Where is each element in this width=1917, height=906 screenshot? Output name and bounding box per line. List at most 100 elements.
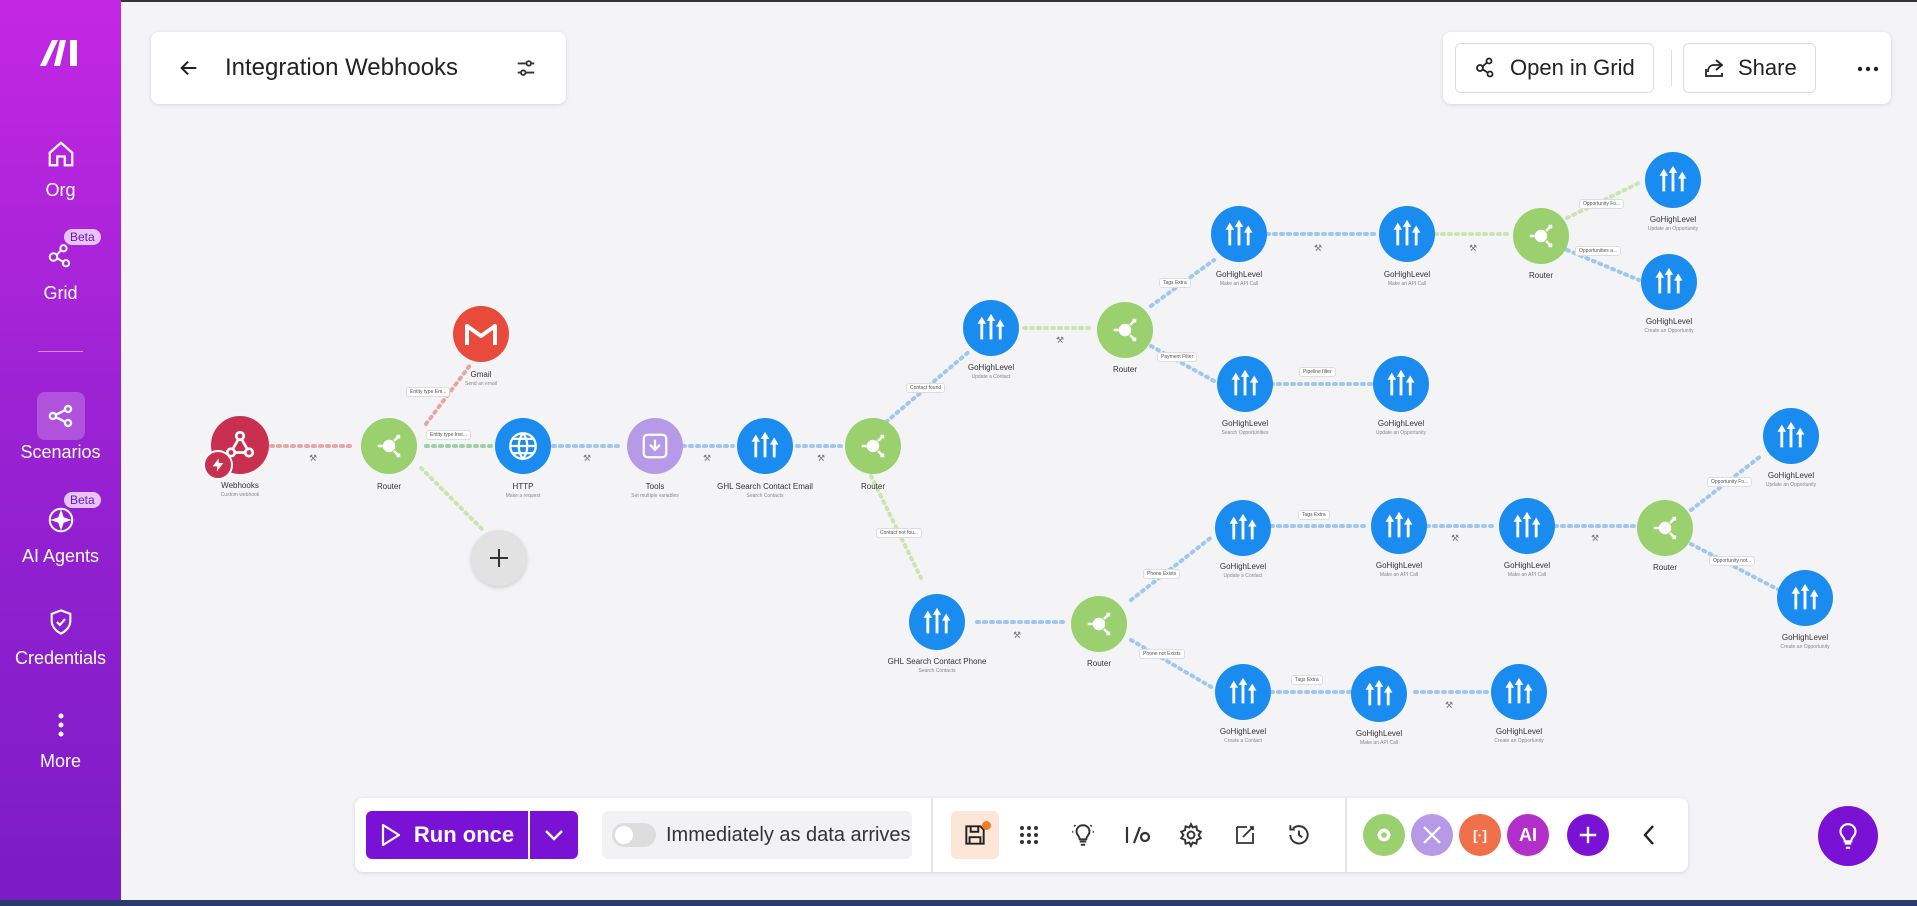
- ghl-module[interactable]: [1499, 498, 1555, 554]
- tools-module[interactable]: [627, 418, 683, 474]
- arrange-button[interactable]: [1005, 811, 1053, 859]
- wrench-icon[interactable]: ⚒: [1056, 335, 1064, 346]
- history-button[interactable]: [1275, 811, 1323, 859]
- share-icon: [1705, 59, 1724, 77]
- schedule-toggle[interactable]: [612, 823, 656, 847]
- wrench-icon[interactable]: ⚒: [1469, 243, 1477, 254]
- ghl-module[interactable]: [1645, 152, 1701, 208]
- notes-button[interactable]: [1221, 811, 1269, 859]
- ghl-module[interactable]: [1641, 254, 1697, 310]
- ghl-module[interactable]: [963, 300, 1019, 356]
- add-button[interactable]: [1567, 814, 1609, 856]
- sidebar-item-label: Scenarios: [20, 442, 101, 462]
- sidebar-item-grid[interactable]: Beta Grid: [0, 229, 121, 304]
- ghl-module[interactable]: [1215, 664, 1271, 720]
- module-label: GoHighLevel: [1355, 729, 1403, 738]
- ghl-module[interactable]: [1217, 356, 1273, 412]
- settings-button[interactable]: [1167, 811, 1215, 859]
- gohighlevel-icon: [923, 607, 951, 634]
- tools-button[interactable]: [1411, 814, 1453, 856]
- route-filter-label[interactable]: Phone Exists: [1143, 569, 1181, 579]
- ghl-module[interactable]: [1777, 570, 1833, 626]
- ghl-module[interactable]: [1211, 206, 1267, 262]
- route-filter-label[interactable]: Opportunity Fo...: [1579, 199, 1625, 209]
- scenario-title[interactable]: Integration Webhooks: [225, 54, 458, 82]
- ghl-module[interactable]: [1371, 498, 1427, 554]
- make-logo[interactable]: [38, 36, 84, 68]
- gohighlevel-icon: [1231, 369, 1259, 396]
- header-actions: Open in Grid Share: [1443, 32, 1891, 104]
- ghl-module[interactable]: [737, 418, 793, 474]
- route-filter-label[interactable]: Tags Extra: [1298, 510, 1330, 520]
- module-subtitle: Update an Opportunity: [1375, 430, 1427, 436]
- ghl-module[interactable]: [1763, 408, 1819, 464]
- ghl-module[interactable]: [1373, 356, 1429, 412]
- ai-button[interactable]: AI: [1507, 814, 1549, 856]
- back-button[interactable]: [173, 52, 205, 84]
- router-module[interactable]: [1513, 208, 1569, 264]
- lightning-icon: [212, 458, 224, 472]
- module-label: GoHighLevel: [1383, 270, 1431, 279]
- sidebar-item-org[interactable]: Org: [0, 130, 121, 201]
- module-label: GoHighLevel: [1219, 727, 1267, 736]
- route-filter-label[interactable]: Opportunities a...: [1575, 246, 1622, 256]
- run-options-button[interactable]: [530, 811, 578, 859]
- sidebar-item-more[interactable]: More: [0, 701, 121, 772]
- help-button[interactable]: [1818, 806, 1878, 866]
- route-filter-label[interactable]: Contact found: [906, 383, 946, 393]
- router-module[interactable]: [1097, 302, 1153, 358]
- wrench-icon[interactable]: ⚒: [817, 453, 825, 464]
- module-subtitle: Create a Contact: [1224, 738, 1262, 744]
- module-label: GoHighLevel: [1377, 419, 1425, 428]
- schedule-setting[interactable]: Immediately as data arrives: [602, 811, 912, 859]
- ghl-module[interactable]: [1491, 664, 1547, 720]
- flow-control-button[interactable]: [1363, 814, 1405, 856]
- open-in-grid-button[interactable]: Open in Grid: [1455, 43, 1654, 93]
- wrench-icon[interactable]: ⚒: [1445, 700, 1453, 711]
- router-module[interactable]: [845, 418, 901, 474]
- scenario-settings-button[interactable]: [510, 52, 542, 84]
- scenario-canvas[interactable]: Entity type Em... Entity type Inst... Co…: [121, 110, 1917, 790]
- route-filter-label[interactable]: Tags Extra: [1291, 675, 1323, 685]
- wrench-icon[interactable]: ⚒: [703, 453, 711, 464]
- sidebar-item-credentials[interactable]: Credentials: [0, 598, 121, 669]
- route-filter-label[interactable]: Payment Filter: [1157, 352, 1198, 362]
- module-label: Router: [1652, 563, 1677, 572]
- route-filter-label[interactable]: Pipeline filter: [1299, 367, 1336, 377]
- share-button[interactable]: Share: [1683, 43, 1816, 93]
- module-label: Webhooks: [221, 481, 259, 490]
- router-module[interactable]: [361, 418, 417, 474]
- route-filter-label[interactable]: Contact not fou...: [876, 528, 923, 538]
- more-options-button[interactable]: [1853, 54, 1883, 84]
- sidebar-item-ai-agents[interactable]: Beta AI Agents: [0, 492, 121, 567]
- gmail-module[interactable]: [453, 306, 509, 362]
- route-filter-label[interactable]: Phone not Exists: [1139, 649, 1185, 659]
- collapse-toolbar-button[interactable]: [1625, 811, 1673, 859]
- router-module[interactable]: [1637, 500, 1693, 556]
- route-filter-label[interactable]: Entity type Inst...: [426, 430, 471, 440]
- ghl-module[interactable]: [1215, 500, 1271, 556]
- wrench-icon[interactable]: ⚒: [1591, 533, 1599, 544]
- wrench-icon[interactable]: ⚒: [1013, 630, 1021, 641]
- text-parser-button[interactable]: [·]: [1459, 814, 1501, 856]
- wrench-icon[interactable]: ⚒: [583, 453, 591, 464]
- save-button[interactable]: [951, 811, 999, 859]
- wrench-icon[interactable]: ⚒: [1451, 533, 1459, 544]
- run-once-button[interactable]: Run once: [366, 811, 528, 859]
- ghl-module[interactable]: [1351, 666, 1407, 722]
- ghl-module[interactable]: [1379, 206, 1435, 262]
- sidebar-item-label: Org: [45, 180, 76, 200]
- wrench-icon[interactable]: ⚒: [1314, 243, 1322, 254]
- ghl-module[interactable]: [909, 594, 965, 650]
- gohighlevel-icon: [1393, 219, 1421, 246]
- router-module[interactable]: [1071, 596, 1127, 652]
- download-box-icon: [642, 433, 668, 459]
- sidebar-item-scenarios[interactable]: Scenarios: [0, 392, 121, 463]
- route-filter-label[interactable]: Entity type Em...: [406, 387, 451, 397]
- io-button[interactable]: [1113, 811, 1161, 859]
- explain-flow-button[interactable]: [1059, 811, 1107, 859]
- gohighlevel-icon: [1513, 511, 1541, 538]
- wrench-icon[interactable]: ⚒: [309, 453, 317, 464]
- add-module-button[interactable]: [471, 530, 527, 586]
- http-module[interactable]: [495, 418, 551, 474]
